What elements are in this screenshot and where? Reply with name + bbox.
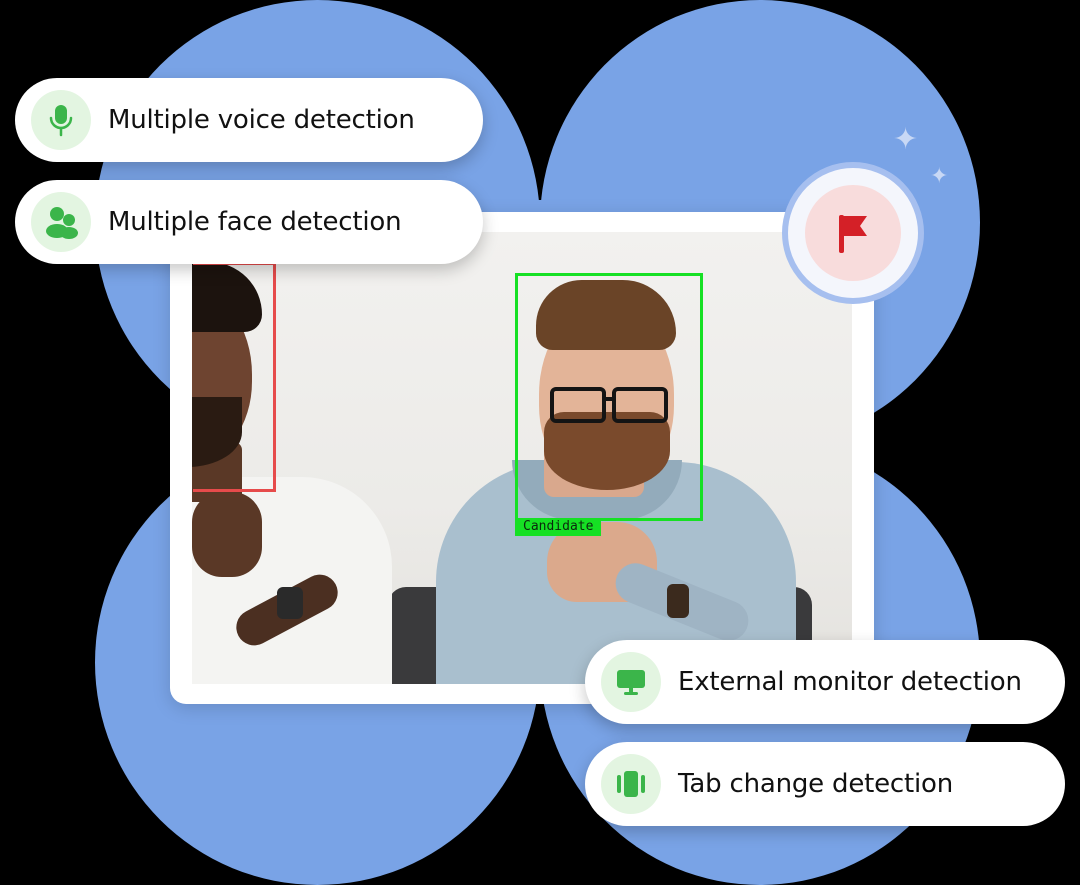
candidate-detection-box	[515, 273, 703, 521]
candidate-watch	[667, 584, 689, 618]
feature-icon-bg	[601, 754, 661, 814]
flag-badge[interactable]	[782, 162, 924, 304]
feature-pill-face: Multiple face detection	[15, 180, 483, 264]
flag-icon	[839, 215, 867, 253]
feature-label: External monitor detection	[678, 667, 1022, 697]
feature-pill-voice: Multiple voice detection	[15, 78, 483, 162]
feature-label: Multiple voice detection	[108, 105, 415, 135]
feature-label: Multiple face detection	[108, 207, 402, 237]
feature-icon-bg	[31, 192, 91, 252]
tab-switch-icon	[617, 771, 645, 797]
person-left-watch	[277, 587, 303, 619]
feature-icon-bg	[31, 90, 91, 150]
feature-icon-bg	[601, 652, 661, 712]
feature-pill-tab: Tab change detection	[585, 742, 1065, 826]
candidate-label: Candidate	[515, 518, 602, 536]
flag-badge-inner	[805, 185, 901, 281]
microphone-icon	[49, 105, 73, 137]
sparkle-icon: ✦	[930, 164, 949, 189]
sparkle-icon: ✦	[893, 122, 919, 157]
person-left-hands	[192, 492, 262, 577]
other-face-detection-box	[193, 262, 276, 492]
feature-label: Tab change detection	[678, 769, 954, 799]
users-icon	[46, 207, 78, 239]
feature-pill-monitor: External monitor detection	[585, 640, 1065, 724]
monitor-icon	[617, 670, 645, 695]
